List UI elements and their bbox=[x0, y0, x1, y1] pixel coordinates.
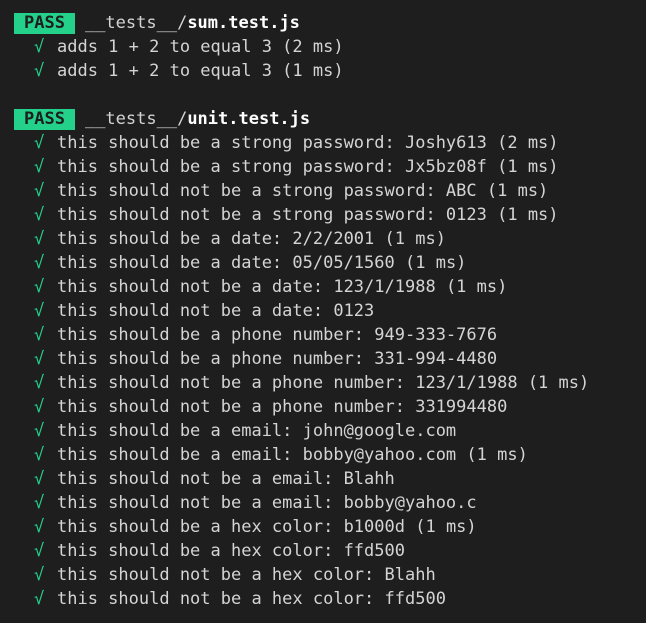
test-result: √ this should be a phone number: 331-994-… bbox=[0, 347, 646, 371]
test-duration: (1 ms) bbox=[374, 229, 446, 249]
check-icon: √ bbox=[34, 565, 45, 585]
check-icon: √ bbox=[34, 469, 45, 489]
test-name: this should be a hex color: b1000d bbox=[57, 517, 405, 537]
check-icon: √ bbox=[34, 541, 45, 561]
check-icon: √ bbox=[34, 229, 45, 249]
test-name: this should be a phone number: 331-994-4… bbox=[57, 349, 498, 369]
test-duration: (2 ms) bbox=[271, 37, 344, 57]
test-name: this should not be a date: 0123 bbox=[57, 301, 375, 321]
test-duration: (1 ms) bbox=[517, 373, 590, 393]
test-result: √ adds 1 + 2 to equal 3 (1 ms) bbox=[0, 59, 646, 83]
test-result: √ this should be a email: john@google.com bbox=[0, 419, 646, 443]
test-result: √ this should not be a email: bobby@yahoo… bbox=[0, 491, 646, 515]
test-duration: (1 ms) bbox=[476, 181, 549, 201]
test-name: this should be a email: bobby@yahoo.com bbox=[57, 445, 457, 465]
test-name: this should not be a email: bobby@yahoo.… bbox=[57, 493, 477, 513]
test-name: this should not be a strong password: AB… bbox=[57, 181, 477, 201]
check-icon: √ bbox=[34, 157, 45, 177]
suite-file: sum.test.js bbox=[187, 13, 300, 33]
test-name: this should be a hex color: ffd500 bbox=[57, 541, 405, 561]
check-icon: √ bbox=[34, 373, 45, 393]
test-name: this should not be a date: 123/1/1988 bbox=[57, 277, 436, 297]
test-duration: (1 ms) bbox=[486, 205, 559, 225]
test-result: √ this should be a hex color: ffd500 bbox=[0, 539, 646, 563]
check-icon: √ bbox=[34, 205, 45, 225]
test-name: this should not be a hex color: Blahh bbox=[57, 565, 436, 585]
test-duration: (1 ms) bbox=[456, 445, 528, 465]
test-result: √ this should not be a hex color: Blahh bbox=[0, 563, 646, 587]
test-result: √ this should not be a phone number: 3319… bbox=[0, 395, 646, 419]
check-icon: √ bbox=[34, 37, 45, 57]
check-icon: √ bbox=[34, 181, 45, 201]
test-result: √ this should not be a phone number: 123/… bbox=[0, 371, 646, 395]
check-icon: √ bbox=[34, 493, 45, 513]
test-result: √ this should not be a date: 123/1/1988 (… bbox=[0, 275, 646, 299]
check-icon: √ bbox=[34, 301, 45, 321]
check-icon: √ bbox=[34, 61, 45, 81]
test-list: √ this should be a strong password: Joshy… bbox=[0, 131, 646, 611]
test-name: adds 1 + 2 to equal 3 bbox=[57, 37, 272, 57]
pass-badge: PASS bbox=[14, 12, 75, 34]
suite-file: unit.test.js bbox=[187, 109, 311, 129]
test-duration: (1 ms) bbox=[394, 253, 467, 273]
pass-badge: PASS bbox=[14, 108, 75, 130]
test-name: this should not be a strong password: 01… bbox=[57, 205, 487, 225]
suite-dir: __tests__/ bbox=[84, 109, 188, 129]
check-icon: √ bbox=[34, 349, 45, 369]
test-name: this should not be a phone number: 33199… bbox=[57, 397, 508, 417]
test-name: this should be a phone number: 949-333-7… bbox=[57, 325, 498, 345]
terminal-output: PASS __tests__/sum.test.js √ adds 1 + 2 … bbox=[0, 0, 646, 623]
test-result: √ this should not be a date: 0123 bbox=[0, 299, 646, 323]
test-name: this should be a strong password: Joshy6… bbox=[57, 133, 487, 153]
test-duration: (2 ms) bbox=[486, 133, 559, 153]
test-result: √ this should be a date: 2/2/2001 (1 ms) bbox=[0, 227, 646, 251]
check-icon: √ bbox=[34, 445, 45, 465]
suite-dir: __tests__/ bbox=[84, 13, 188, 33]
test-result: √ this should be a strong password: Jx5bz… bbox=[0, 155, 646, 179]
test-result: √ this should be a date: 05/05/1560 (1 ms… bbox=[0, 251, 646, 275]
test-result: √ adds 1 + 2 to equal 3 (2 ms) bbox=[0, 35, 646, 59]
test-name: this should not be a email: Blahh bbox=[57, 469, 395, 489]
test-name: this should be a date: 2/2/2001 bbox=[57, 229, 375, 249]
test-result: √ this should be a email: bobby@yahoo.com… bbox=[0, 443, 646, 467]
check-icon: √ bbox=[34, 589, 45, 609]
test-duration: (1 ms) bbox=[405, 517, 477, 537]
test-result: √ this should be a strong password: Joshy… bbox=[0, 131, 646, 155]
test-name: this should not be a phone number: 123/1… bbox=[57, 373, 518, 393]
check-icon: √ bbox=[34, 517, 45, 537]
test-duration: (1 ms) bbox=[435, 277, 508, 297]
suite-header: PASS __tests__/unit.test.js bbox=[0, 107, 646, 131]
test-result: √ this should not be a email: Blahh bbox=[0, 467, 646, 491]
test-result: √ this should not be a strong password: 0… bbox=[0, 203, 646, 227]
test-name: adds 1 + 2 to equal 3 bbox=[57, 61, 272, 81]
test-result: √ this should not be a hex color: ffd500 bbox=[0, 587, 646, 611]
test-name: this should be a date: 05/05/1560 bbox=[57, 253, 395, 273]
check-icon: √ bbox=[34, 133, 45, 153]
test-name: this should be a strong password: Jx5bz0… bbox=[57, 157, 487, 177]
check-icon: √ bbox=[34, 325, 45, 345]
test-name: this should be a email: john@google.com bbox=[57, 421, 457, 441]
test-name: this should not be a hex color: ffd500 bbox=[57, 589, 446, 609]
check-icon: √ bbox=[34, 397, 45, 417]
test-result: √ this should not be a strong password: A… bbox=[0, 179, 646, 203]
suite-header: PASS __tests__/sum.test.js bbox=[0, 11, 646, 35]
test-duration: (1 ms) bbox=[271, 61, 344, 81]
check-icon: √ bbox=[34, 253, 45, 273]
test-result: √ this should be a phone number: 949-333-… bbox=[0, 323, 646, 347]
check-icon: √ bbox=[34, 277, 45, 297]
test-duration: (1 ms) bbox=[486, 157, 559, 177]
check-icon: √ bbox=[34, 421, 45, 441]
test-result: √ this should be a hex color: b1000d (1 m… bbox=[0, 515, 646, 539]
